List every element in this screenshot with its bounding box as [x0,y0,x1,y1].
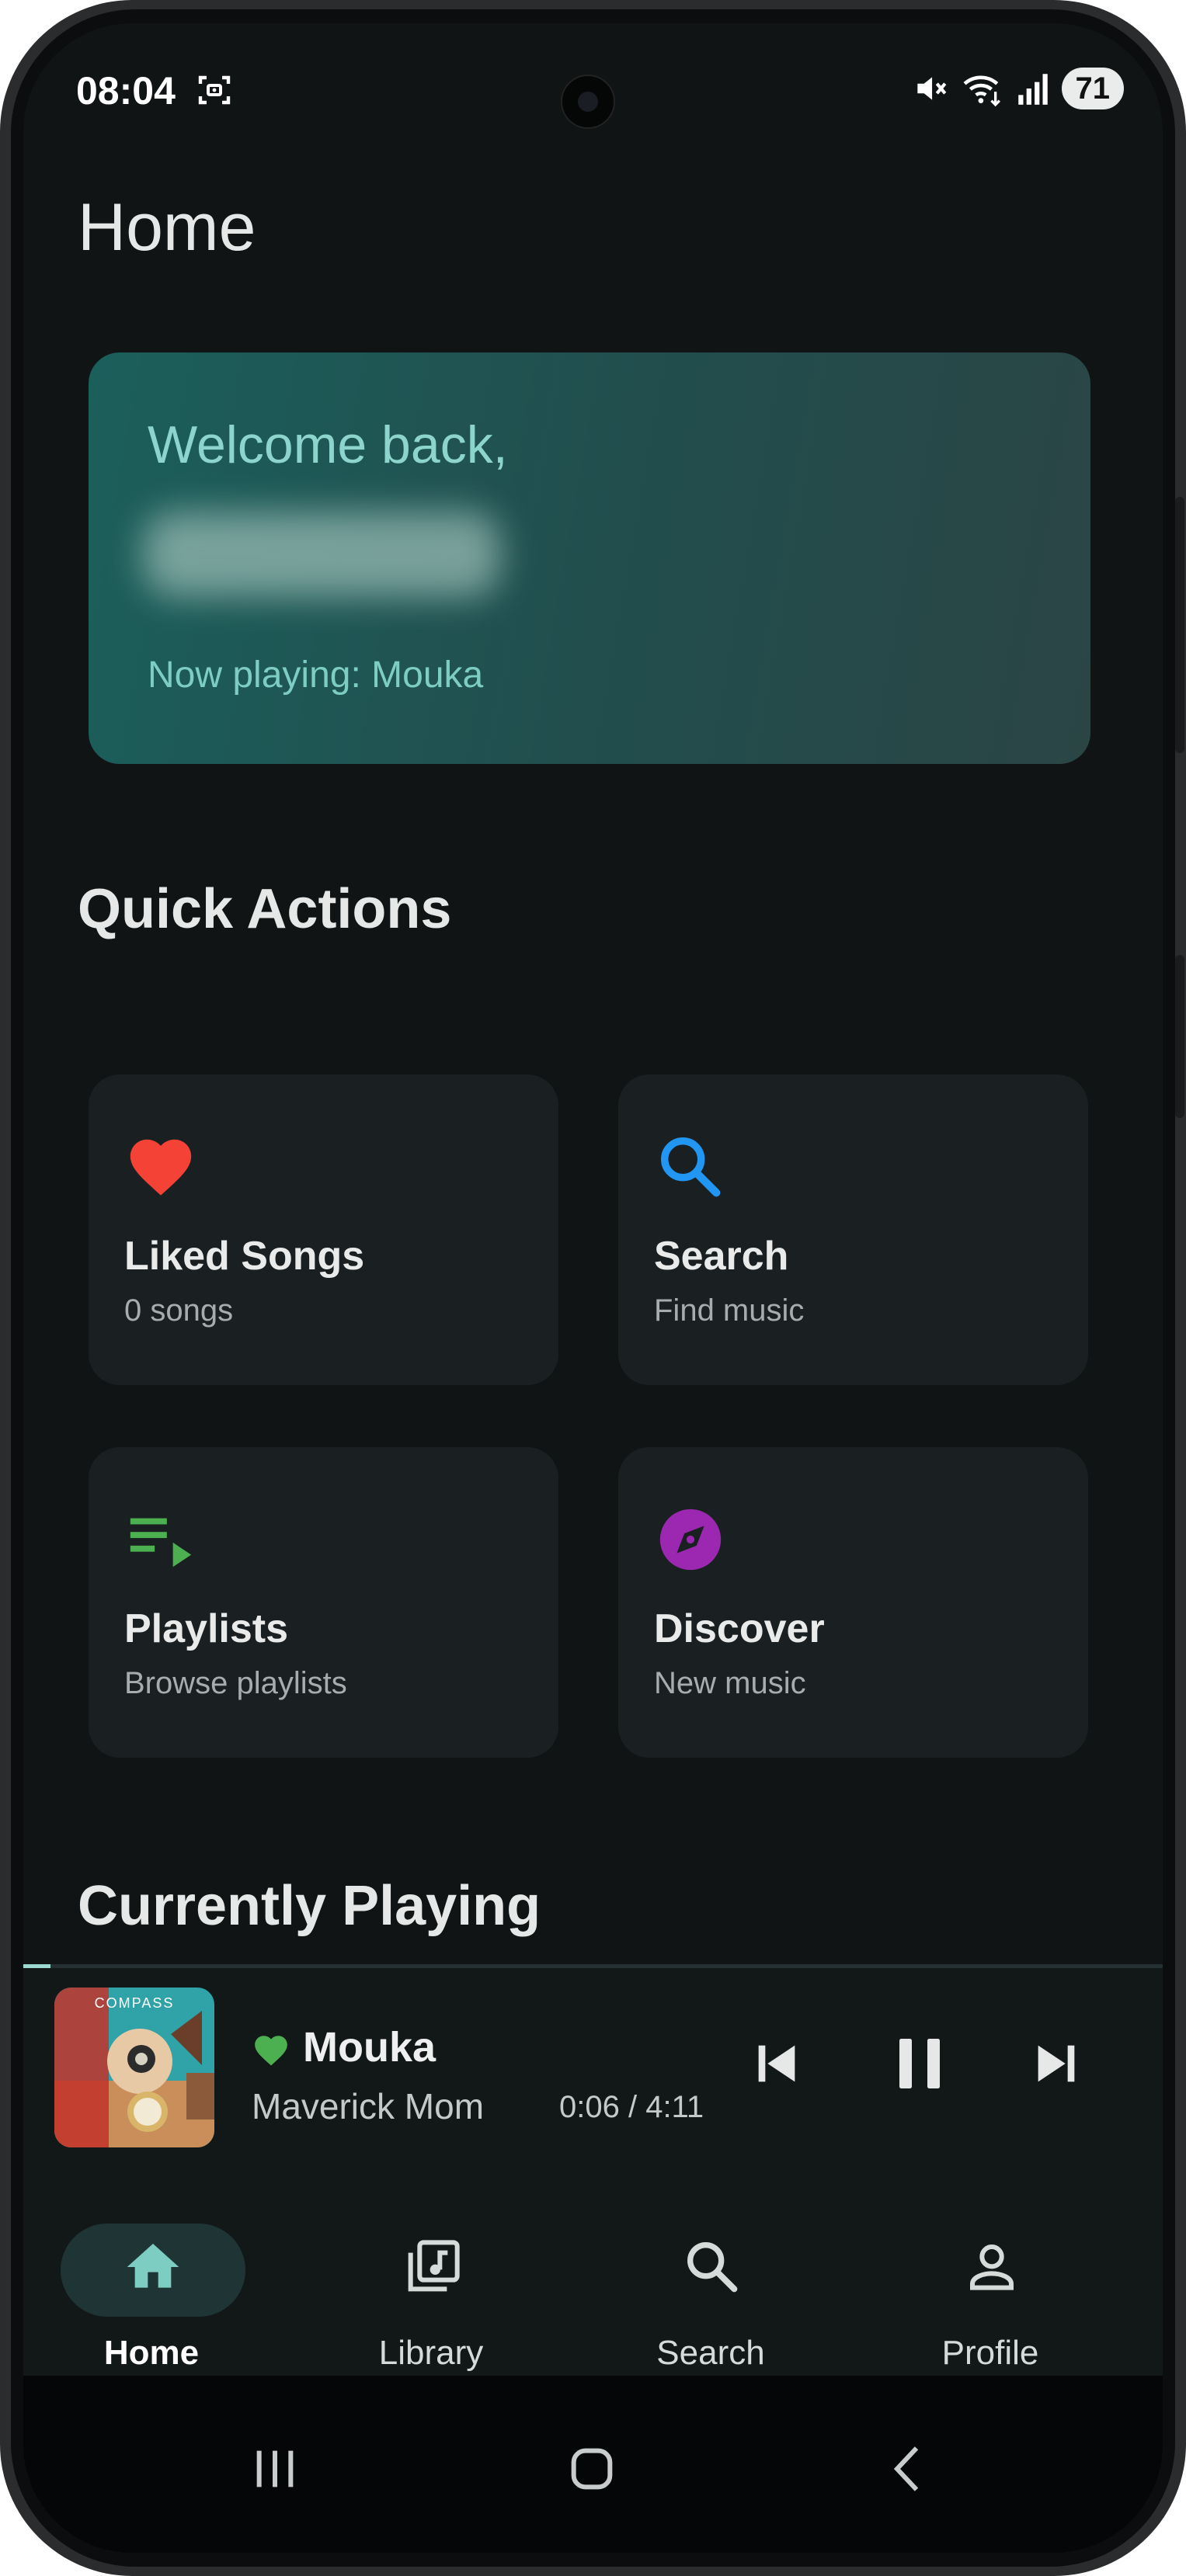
status-icons: 71 [911,67,1124,110]
quick-actions-title: Quick Actions [78,878,452,940]
nav-item-home[interactable]: Home [23,2174,280,2372]
album-art[interactable]: COMPASS [54,1988,214,2147]
status-bar: 08:04 71 [23,23,1163,140]
song-time: 0:06 / 4:11 [559,2090,704,2124]
playlists-tile[interactable]: Playlists Browse playlists [89,1447,558,1758]
compass-icon [659,1508,722,1571]
welcome-greeting: Welcome back, [148,415,508,474]
nav-item-profile[interactable]: Profile [862,2174,1118,2372]
song-title: Mouka [303,2024,436,2071]
library-icon [408,2240,460,2292]
page-title: Home [78,190,256,265]
next-track-icon[interactable] [1025,2033,1087,2095]
tile-subtitle: Browse playlists [124,1666,347,1700]
battery-indicator: 71 [1061,68,1124,109]
tile-subtitle: 0 songs [124,1293,234,1328]
discover-tile[interactable]: Discover New music [618,1447,1088,1758]
system-nav-bar [23,2376,1163,2553]
tile-subtitle: New music [654,1666,806,1700]
welcome-card[interactable]: Welcome back, Now playing: Mouka [89,352,1090,764]
bottom-nav: Home Library Search Profile [23,2174,1163,2376]
nav-label: Search [656,2334,765,2372]
phone-frame: 08:04 71 Home Welcome back, Now playing:… [0,0,1186,2576]
signal-icon [1017,74,1048,105]
nav-label: Profile [941,2334,1039,2372]
heart-icon [130,1139,192,1196]
status-time: 08:04 [76,69,176,113]
screen-record-icon [198,75,231,105]
nav-label: Home [103,2334,200,2372]
playlist-icon [130,1518,192,1567]
nav-item-library[interactable]: Library [303,2174,559,2372]
search-tile[interactable]: Search Find music [618,1074,1088,1385]
tile-subtitle: Find music [654,1293,805,1328]
profile-icon [970,2244,1014,2290]
recents-icon[interactable] [244,2438,306,2500]
search-icon [687,2242,738,2293]
tile-title: Playlists [124,1606,289,1651]
nav-label: Library [378,2334,484,2372]
redacted-user-name [143,512,500,597]
home-icon [127,2244,179,2288]
like-heart-icon[interactable] [252,2031,290,2070]
home-button-icon[interactable] [561,2438,623,2500]
liked-songs-tile[interactable]: Liked Songs 0 songs [89,1074,558,1385]
mute-icon [916,77,946,100]
tile-title: Search [654,1234,789,1279]
song-artist: Maverick Mom [252,2086,485,2126]
volume-button [1175,497,1184,753]
wifi-icon [963,75,1000,107]
tile-title: Discover [654,1606,825,1651]
front-camera [561,75,615,129]
back-icon[interactable] [878,2438,940,2500]
playback-progress-track[interactable] [23,1964,1163,1968]
currently-playing-title: Currently Playing [78,1875,541,1937]
now-playing-text: Now playing: Mouka [148,654,484,696]
pause-icon[interactable] [882,2026,957,2101]
power-button [1175,955,1184,1118]
mini-player[interactable]: COMPASS Mouka Maverick Mom 0:06 / 4:11 [23,1964,1163,2174]
playback-progress-fill [23,1964,51,1968]
album-label: COMPASS [94,1995,175,2011]
previous-track-icon[interactable] [746,2033,808,2095]
tile-title: Liked Songs [124,1234,365,1279]
nav-item-search[interactable]: Search [583,2174,839,2372]
search-icon [661,1137,721,1197]
screen: 08:04 71 Home Welcome back, Now playing:… [23,23,1163,2553]
